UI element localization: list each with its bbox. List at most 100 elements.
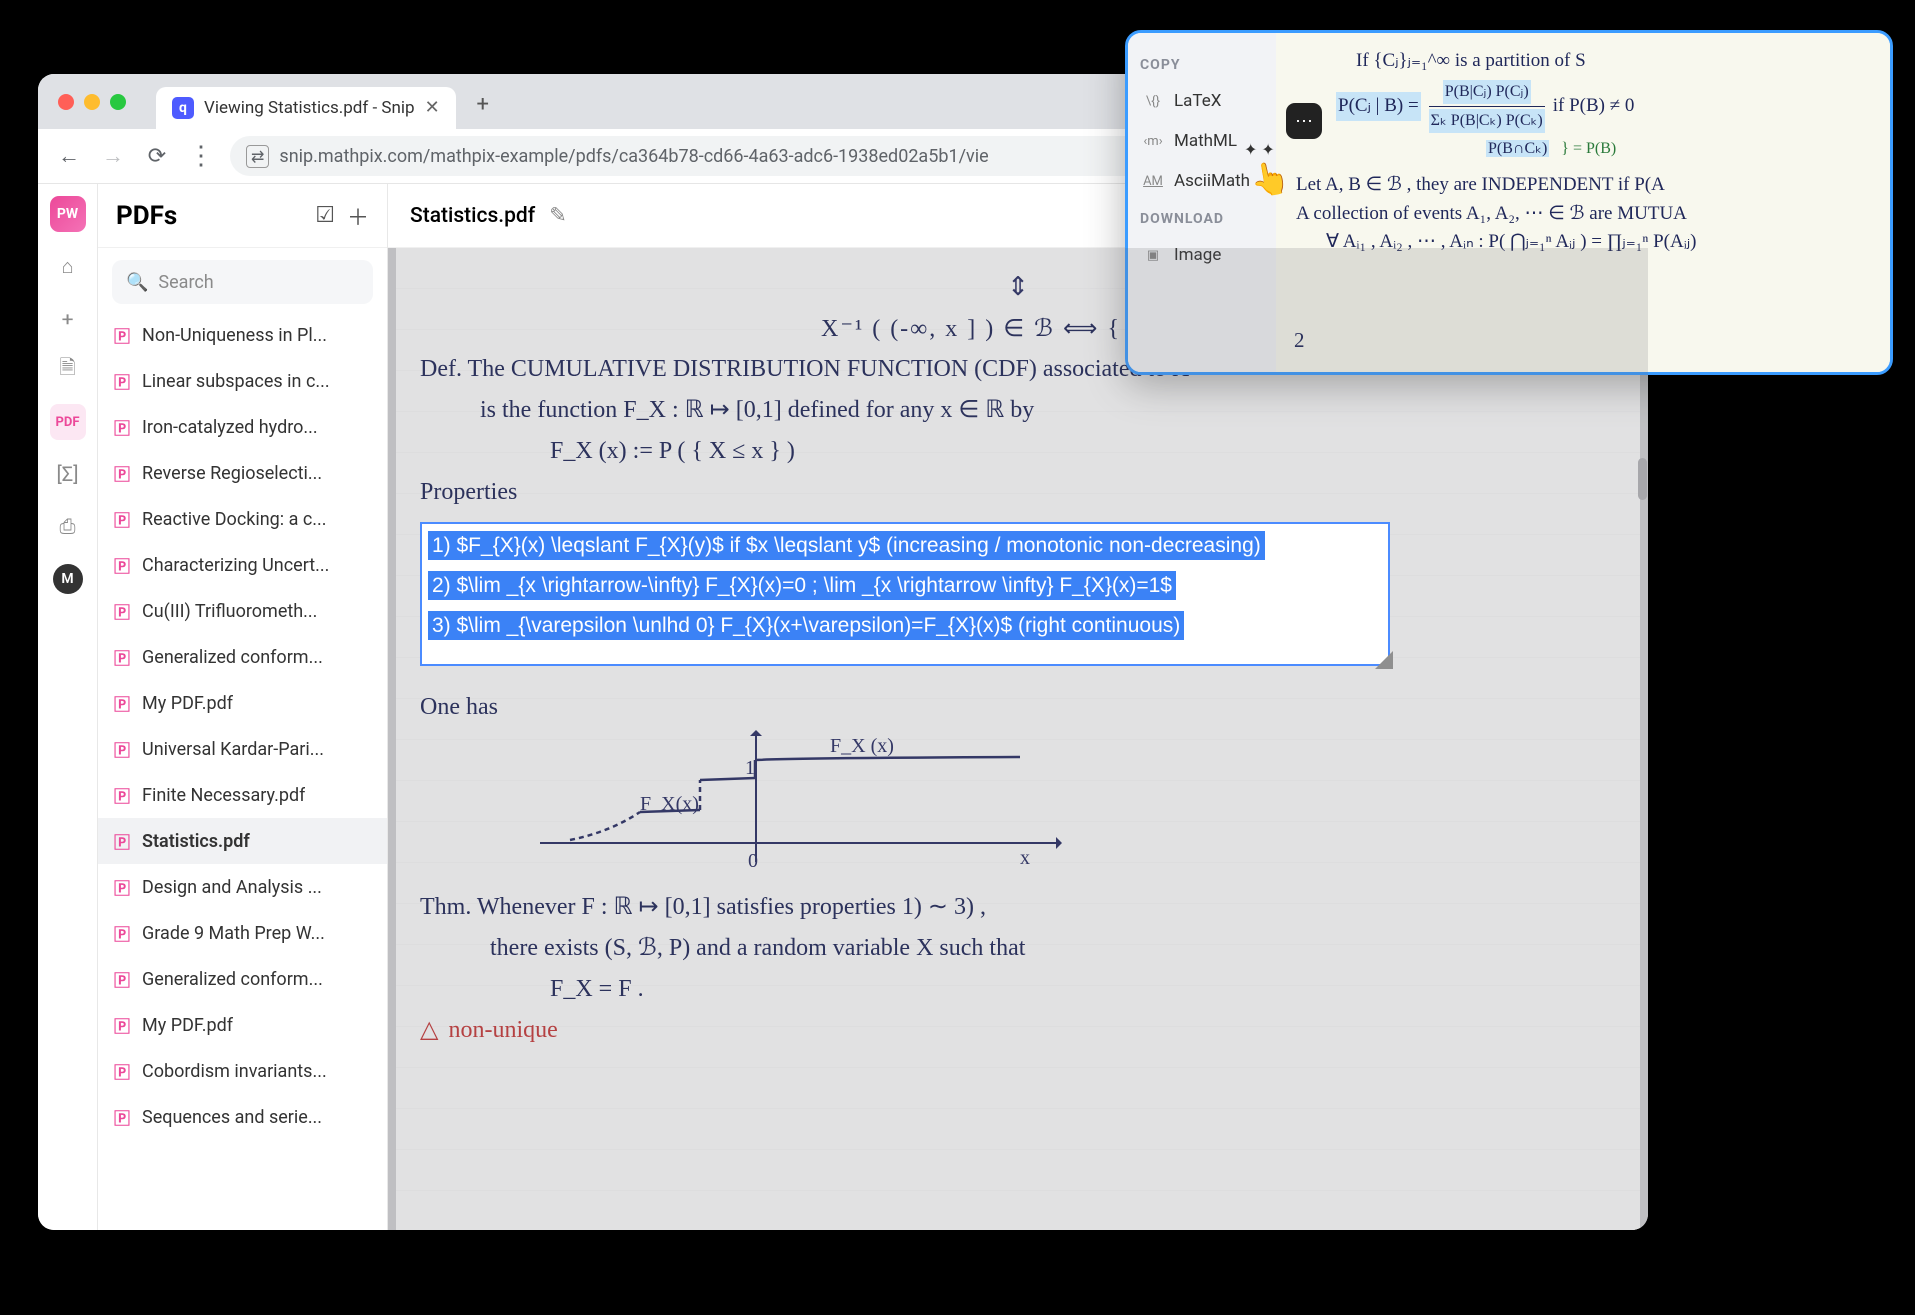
search-placeholder: Search [158,272,213,293]
pdf-item-label: Generalized conform... [142,969,323,990]
preview-text: A collection of events A₁, A₂, ⋯ ∈ ℬ are… [1296,200,1870,229]
pdf-list-item[interactable]: 🄿Sequences and serie... [98,1094,387,1140]
pdf-list-item[interactable]: 🄿Linear subspaces in c... [98,358,387,404]
resize-handle[interactable] [1375,651,1393,669]
tree-icon[interactable]: ᚐ [50,300,86,336]
document-viewport[interactable]: ⇕ X⁻¹ ( (-∞, x ] ) ∈ ℬ ⟺ { X ≤ x } Def. … [388,248,1648,1230]
scrollbar-thumb[interactable] [1638,458,1647,500]
pdf-file-icon: 🄿 [114,507,130,531]
pdf-list-item[interactable]: 🄿 Design and Analysis ... [98,864,387,910]
pdf-file-icon: 🄿 [114,691,130,715]
pdf-list-item[interactable]: 🄿Generalized conform... [98,634,387,680]
download-image-item[interactable]: ▣ Image [1140,239,1264,271]
pdf-list-item[interactable]: 🄿Characterizing Uncert... [98,542,387,588]
page-text: is the function F_X : ℝ ↦ [0,1] defined … [420,393,1616,428]
search-input[interactable]: 🔍 Search [112,260,373,304]
pdf-list-item[interactable]: 🄿 Grade 9 Math Prep W... [98,910,387,956]
document-icon[interactable]: 🗎 [50,352,86,388]
file-icon[interactable]: ⎙ [50,508,86,544]
minimize-window-button[interactable] [84,94,100,110]
pdf-file-icon: 🄿 [114,967,130,991]
popup-menu: COPY \{} LaTeX ‹m› MathML AM AsciiMath D… [1128,33,1276,372]
maximize-window-button[interactable] [110,94,126,110]
home-icon[interactable]: ⌂ [50,248,86,284]
page-text: Thm. Whenever F : ℝ ↦ [0,1] satisfies pr… [420,890,1616,925]
pdf-list-item[interactable]: 🄿Iron-catalyzed hydro... [98,404,387,450]
click-sparkle-icon: ✦ ✦ [1244,140,1275,159]
plot-tick-0: 0 [748,847,758,876]
plot-fx-label: F_X (x) [830,732,894,761]
app-logo[interactable]: PW [50,196,86,232]
preview-text: If {Cⱼ}ⱼ₌₁^∞ is a partition of S [1296,47,1870,76]
site-settings-icon[interactable]: ⇄ [246,145,269,168]
close-window-button[interactable] [58,94,74,110]
pdf-list-item[interactable]: 🄿Universal Kardar-Pari... [98,726,387,772]
pdf-list-item[interactable]: 🄿Finite Necessary.pdf [98,772,387,818]
page-text: there exists (S, ℬ, P) and a random vari… [420,931,1616,966]
image-icon: ▣ [1142,248,1164,263]
pdf-item-label: Universal Kardar-Pari... [142,739,324,760]
sidebar-header: PDFs ☑ ＋ [98,184,387,248]
pdf-icon[interactable]: PDF [50,404,86,440]
copy-heading: COPY [1140,57,1264,73]
page-text: Properties [420,475,1616,510]
select-icon[interactable]: ☑ [315,203,335,228]
preview-lhs: P(Cⱼ | B) = [1336,92,1421,121]
close-tab-button[interactable]: ✕ [425,97,440,118]
url-text: snip.mathpix.com/mathpix-example/pdfs/ca… [279,146,988,167]
sidebar: PDFs ☑ ＋ 🔍 Search 🄿Non-Uniqueness in Pl.… [98,184,388,1230]
browser-tab[interactable]: q Viewing Statistics.pdf - Snip ✕ [156,87,456,129]
search-icon: 🔍 [126,272,148,293]
selection-box[interactable]: 1) $F_{X}(x) \leqslant F_{X}(y)$ if $x \… [420,522,1390,666]
pdf-item-label: Cu(III) Trifluorometh... [142,601,317,622]
download-heading: DOWNLOAD [1140,211,1264,227]
pdf-file-icon: 🄿 [114,461,130,485]
preview-formula: P(Cⱼ | B) = P(B|Cⱼ) P(Cⱼ) Σₖ P(B|Cₖ) P(C… [1296,80,1870,134]
copy-asciimath-item[interactable]: AM AsciiMath [1140,165,1264,197]
pdf-file-icon: 🄿 [114,1059,130,1083]
pdf-file-icon: 🄿 [114,1105,130,1129]
edit-title-icon[interactable]: ✎ [549,203,567,228]
user-avatar[interactable]: M [53,564,83,594]
selection-line-1: 1) $F_{X}(x) \leqslant F_{X}(y)$ if $x \… [428,531,1265,560]
pdf-file-icon: 🄿 [114,369,130,393]
pdf-item-label: Iron-catalyzed hydro... [142,417,318,438]
pdf-list-item[interactable]: 🄿Non-Uniqueness in Pl... [98,312,387,358]
scan-icon[interactable]: [Σ] [50,456,86,492]
forward-button[interactable]: → [98,143,128,169]
copy-latex-label: LaTeX [1174,91,1221,111]
pdf-list-item[interactable]: 🄿Cu(III) Trifluorometh... [98,588,387,634]
pdf-file-icon: 🄿 [114,553,130,577]
pdf-list-item[interactable]: 🄿My PDF.pdf [98,1002,387,1048]
add-pdf-button[interactable]: ＋ [347,200,369,232]
latex-icon: \{} [1142,94,1164,109]
copy-latex-item[interactable]: \{} LaTeX [1140,85,1264,117]
pdf-list-item[interactable]: 🄿 Reverse Regioselecti... [98,450,387,496]
pdf-list-item[interactable]: 🄿Cobordism invariants... [98,1048,387,1094]
pdf-item-label: Non-Uniqueness in Pl... [142,325,327,346]
pdf-list-item[interactable]: 🄿My PDF.pdf [98,680,387,726]
pdf-file-icon: 🄿 [114,921,130,945]
pdf-list-item[interactable]: 🄿Reactive Docking: a c... [98,496,387,542]
new-tab-button[interactable]: + [466,88,500,122]
page-text: F_X (x) := P ( { X ≤ x } ) [420,434,1616,469]
pdf-item-label: Reverse Regioselecti... [142,463,322,484]
preview-condition: if P(B) ≠ 0 [1553,92,1635,121]
copy-popup: COPY \{} LaTeX ‹m› MathML AM AsciiMath D… [1125,30,1893,375]
pdf-item-label: Design and Analysis ... [142,877,322,898]
selection-line-3: 3) $\lim _{\varepsilon \unlhd 0} F_{X}(x… [428,611,1184,640]
pdf-list-item[interactable]: 🄿 Statistics.pdf [98,818,387,864]
pdf-list-item[interactable]: 🄿 Generalized conform... [98,956,387,1002]
extensions-button[interactable]: ⋮ [186,141,216,171]
reload-button[interactable]: ⟳ [142,144,172,169]
page-text: F_X = F . [420,972,1616,1007]
pdf-item-label: Statistics.pdf [142,831,250,852]
back-button[interactable]: ← [54,143,84,169]
pdf-file-icon: 🄿 [114,875,130,899]
download-image-label: Image [1174,245,1221,265]
preview-numerator: P(B|Cⱼ) P(Cⱼ) [1443,80,1531,104]
copy-mathml-label: MathML [1174,131,1237,151]
pdf-file-icon: 🄿 [114,829,130,853]
more-options-button[interactable]: ⋯ [1286,103,1322,139]
pdf-item-label: Grade 9 Math Prep W... [142,923,325,944]
